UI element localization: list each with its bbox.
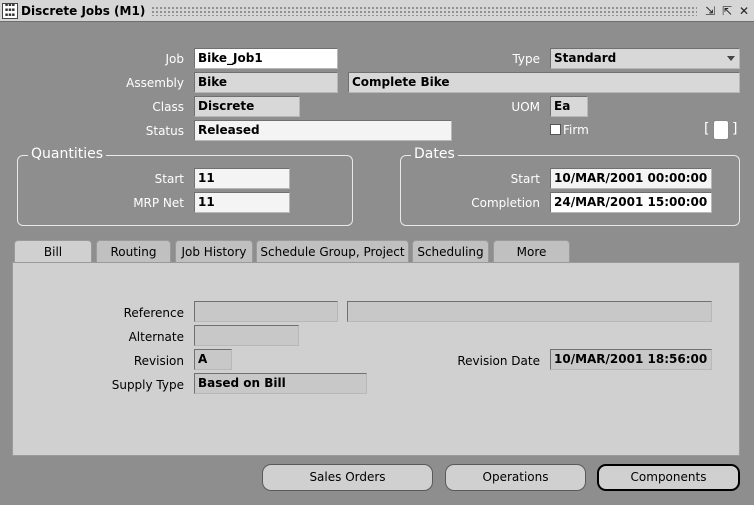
revision-field[interactable]: A — [194, 349, 232, 370]
close-icon[interactable]: ✕ — [737, 4, 751, 18]
mrp-net-label: MRP Net — [133, 196, 184, 210]
descriptive-flexfield[interactable] — [713, 120, 729, 140]
revision-date-label: Revision Date — [457, 354, 540, 368]
completion-field[interactable]: 24/MAR/2001 15:00:00 — [550, 192, 712, 213]
dates-group: Dates — [400, 146, 740, 226]
tab-job-history[interactable]: Job History — [175, 240, 253, 263]
chevron-down-icon[interactable] — [727, 56, 735, 61]
quantities-group: Quantities — [17, 146, 353, 226]
tab-schedule-group-project[interactable]: Schedule Group, Project — [256, 240, 409, 263]
reference-field[interactable] — [194, 301, 338, 322]
window-titlebar[interactable]: ▪▪▪ ▪▪▪ ▪▪▪ Discrete Jobs (M1) ⇲ ⇱ ✕ — [0, 0, 754, 22]
type-value: Standard — [554, 51, 617, 65]
dates-start-label: Start — [510, 172, 540, 186]
minimize-icon[interactable]: ⇲ — [703, 4, 717, 18]
class-label: Class — [152, 100, 184, 114]
mrp-net-field[interactable]: 11 — [194, 192, 290, 213]
class-field[interactable]: Discrete — [194, 96, 300, 117]
app-icon: ▪▪▪ ▪▪▪ ▪▪▪ — [2, 2, 18, 19]
tab-bill[interactable]: Bill — [14, 240, 92, 264]
firm-label: Firm — [563, 123, 589, 137]
alternate-field[interactable] — [194, 325, 299, 346]
type-label: Type — [512, 52, 540, 66]
operations-button[interactable]: Operations — [445, 464, 586, 491]
tab-scheduling[interactable]: Scheduling — [412, 240, 489, 263]
job-field[interactable]: Bike_Job1 — [194, 48, 338, 69]
tab-routing[interactable]: Routing — [96, 240, 171, 263]
alternate-label: Alternate — [128, 330, 184, 344]
revision-date-field[interactable]: 10/MAR/2001 18:56:00 — [550, 349, 712, 370]
window-title: Discrete Jobs (M1) — [21, 3, 146, 18]
tab-more[interactable]: More — [493, 240, 570, 263]
reference-description[interactable] — [347, 301, 712, 322]
dates-start-field[interactable]: 10/MAR/2001 00:00:00 — [550, 168, 712, 189]
firm-checkbox[interactable] — [550, 124, 561, 135]
status-label: Status — [145, 124, 184, 138]
status-field[interactable]: Released — [194, 120, 452, 141]
assembly-label: Assembly — [126, 76, 184, 90]
bracket-right: ] — [732, 121, 738, 137]
supply-type-field[interactable]: Based on Bill — [194, 373, 367, 394]
reference-label: Reference — [123, 306, 184, 320]
bracket-left: [ — [704, 121, 710, 137]
type-select[interactable]: Standard — [550, 48, 740, 69]
quantities-start-label: Start — [154, 172, 184, 186]
job-label: Job — [165, 52, 185, 66]
supply-type-label: Supply Type — [111, 378, 184, 392]
maximize-icon[interactable]: ⇱ — [720, 4, 734, 18]
dates-title: Dates — [411, 146, 458, 162]
sales-orders-button[interactable]: Sales Orders — [262, 464, 433, 491]
quantities-title: Quantities — [28, 146, 107, 162]
quantities-start-field[interactable]: 11 — [194, 168, 290, 189]
completion-label: Completion — [471, 196, 540, 210]
uom-field[interactable]: Ea — [550, 96, 588, 117]
components-button[interactable]: Components — [597, 464, 740, 491]
revision-label: Revision — [133, 354, 184, 368]
uom-label: UOM — [511, 100, 540, 114]
assembly-field[interactable]: Bike — [194, 72, 338, 93]
titlebar-pattern — [151, 5, 697, 16]
assembly-description[interactable]: Complete Bike — [348, 72, 740, 93]
